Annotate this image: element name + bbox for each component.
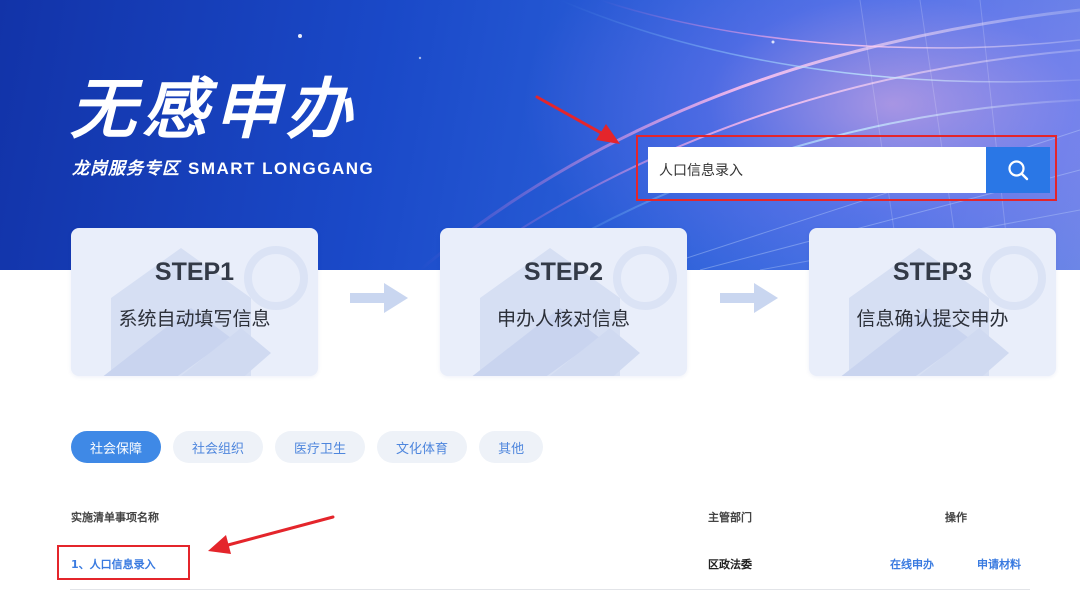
step-description: 系统自动填写信息 [118, 308, 271, 330]
step-number: STEP3 [892, 258, 973, 286]
tab-other[interactable]: 其他 [479, 431, 544, 463]
column-header-ops: 操作 [945, 511, 967, 524]
step-card-3: STEP3 信息确认提交申办 [809, 228, 1056, 376]
search-icon [1008, 160, 1029, 181]
step-card-1: STEP1 系统自动填写信息 [71, 228, 318, 376]
hero-subtitle-cn: 龙岗服务专区 [72, 159, 180, 178]
arrow-right-icon [350, 283, 408, 313]
application-materials-link[interactable]: 申请材料 [977, 556, 1021, 572]
step-background-icon [472, 246, 677, 376]
row-divider [70, 589, 1030, 590]
arrow-right-icon [720, 283, 778, 313]
online-apply-link[interactable]: 在线申办 [890, 556, 934, 572]
item-name-link[interactable]: 1、人口信息录入 [71, 556, 156, 572]
category-tabs: 社会保障 社会组织 医疗卫生 文化体育 其他 [71, 431, 544, 463]
search-button[interactable] [986, 147, 1050, 193]
step-description: 申办人核对信息 [496, 308, 630, 330]
hero-title: 无感申办 [70, 71, 358, 148]
search-input[interactable] [648, 147, 986, 193]
step-number: STEP1 [154, 258, 235, 286]
tab-culture-sports[interactable]: 文化体育 [377, 431, 468, 463]
tab-social-security[interactable]: 社会保障 [71, 431, 162, 463]
hero-subtitle: 龙岗服务专区 SMART LONGGANG [72, 154, 374, 179]
tab-medical-health[interactable]: 医疗卫生 [275, 431, 366, 463]
column-header-dept: 主管部门 [708, 511, 752, 524]
step-background-icon [841, 246, 1046, 376]
step-card-2: STEP2 申办人核对信息 [440, 228, 687, 376]
tab-social-organization[interactable]: 社会组织 [173, 431, 264, 463]
column-header-name: 实施清单事项名称 [71, 511, 159, 524]
item-department: 区政法委 [708, 558, 752, 571]
hero-subtitle-en: SMART LONGGANG [188, 159, 375, 178]
annotation-arrow-item [208, 515, 335, 554]
step-description: 信息确认提交申办 [856, 308, 1009, 330]
step-background-icon [103, 246, 308, 376]
step-number: STEP2 [523, 258, 604, 286]
